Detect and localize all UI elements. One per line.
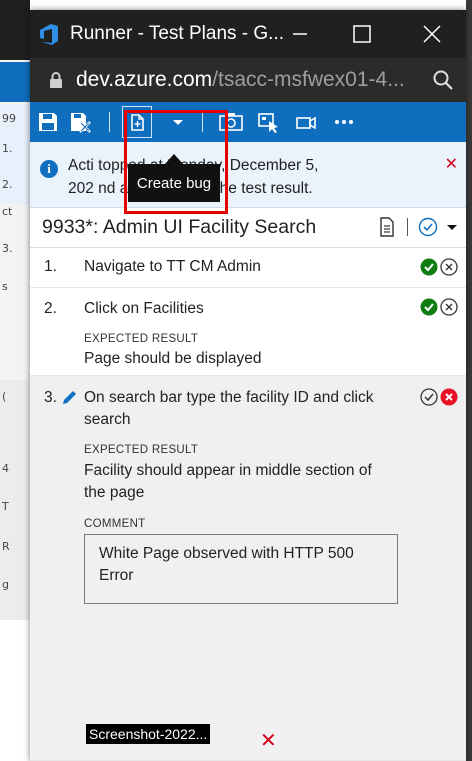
step-failed-x-icon[interactable] xyxy=(440,388,458,406)
step-number: 1. xyxy=(44,258,57,275)
dismiss-info-icon[interactable]: ✕ xyxy=(445,154,458,174)
header-separator xyxy=(407,218,408,236)
pass-test-case-icon[interactable] xyxy=(418,217,438,237)
background-window-edge xyxy=(466,0,472,761)
comment-line1: White Page observed with HTTP 500 xyxy=(99,545,354,562)
step-outcome-buttons xyxy=(420,388,458,406)
save-and-close-icon[interactable] xyxy=(68,110,92,134)
background-text: 3. xyxy=(2,242,13,255)
remove-attachment-icon[interactable]: ✕ xyxy=(260,728,277,753)
outcome-dropdown-chevron-icon[interactable] xyxy=(444,217,460,237)
step-action-line1: On search bar type the facility ID and c… xyxy=(84,389,374,406)
expected-result-label: EXPECTED RESULT xyxy=(84,444,199,456)
minimize-icon[interactable] xyxy=(288,22,312,46)
background-text: ( xyxy=(2,390,7,403)
toolbar-separator xyxy=(109,112,110,132)
comment-label: COMMENT xyxy=(84,518,146,530)
close-icon[interactable] xyxy=(420,22,444,46)
background-text: R xyxy=(2,540,10,553)
info-bar: i Acti topped at Monday, December 5, 202… xyxy=(30,142,466,208)
azure-devops-logo-icon xyxy=(36,21,62,47)
background-text: ct xyxy=(2,205,13,218)
capture-user-actions-icon[interactable] xyxy=(256,110,280,134)
tooltip-arrow xyxy=(165,154,183,164)
background-text: 99 xyxy=(2,112,16,125)
address-bar[interactable]: dev.azure.com/tsacc-msfwex01-4... xyxy=(30,58,466,102)
background-text: 4 xyxy=(2,462,9,475)
more-options-icon[interactable] xyxy=(332,110,356,134)
test-case-header: 9933*: Admin UI Facility Search xyxy=(30,208,466,248)
test-case-title: 9933*: Admin UI Facility Search xyxy=(42,216,317,238)
attachment-link[interactable]: Screenshot-2022... xyxy=(86,724,211,744)
background-text: 1. xyxy=(2,142,13,155)
test-step-1[interactable]: 1. Navigate to TT CM Admin xyxy=(30,248,466,288)
step-number: 3. xyxy=(44,389,57,406)
title-bar[interactable]: Runner - Test Plans - G... xyxy=(30,10,466,58)
record-video-icon[interactable] xyxy=(294,110,318,134)
expected-result-line2: the page xyxy=(84,484,145,501)
step-action: Click on Facilities xyxy=(84,300,204,317)
background-window: 99 1. 2. ct 3. s ( 4 T R g xyxy=(0,0,30,620)
zoom-icon[interactable] xyxy=(432,69,454,91)
comment-textbox[interactable]: White Page observed with HTTP 500 Error xyxy=(84,534,398,604)
url-host: dev.azure.com xyxy=(76,68,213,91)
test-step-3[interactable]: 3. On search bar type the facility ID an… xyxy=(30,376,466,761)
window-title: Runner - Test Plans - G... xyxy=(70,23,285,44)
runner-toolbar xyxy=(30,102,466,142)
background-toolbar xyxy=(0,62,30,102)
expected-result-label: EXPECTED RESULT xyxy=(84,333,199,345)
background-text: g xyxy=(2,578,9,591)
create-bug-tooltip: Create bug xyxy=(128,164,220,202)
info-icon: i xyxy=(40,160,58,178)
url-path: /tsacc-msfwex01-4... xyxy=(212,68,405,91)
step-outcome-buttons xyxy=(420,258,458,276)
expected-result-line1: Facility should appear in middle section… xyxy=(84,462,372,479)
step-fail-outline-icon[interactable] xyxy=(440,298,458,316)
step-passed-check-icon[interactable] xyxy=(420,298,438,316)
background-text: 2. xyxy=(2,178,13,191)
save-icon[interactable] xyxy=(36,110,60,134)
comment-line2: Error xyxy=(99,567,134,584)
background-titlebar xyxy=(0,0,30,60)
step-number: 2. xyxy=(44,300,57,317)
expected-result-text: Page should be displayed xyxy=(84,350,262,367)
step-action-line2: search xyxy=(84,411,131,428)
test-step-2[interactable]: 2. Click on Facilities EXPECTED RESULT P… xyxy=(30,288,466,376)
maximize-icon[interactable] xyxy=(350,22,374,46)
test-case-details-icon[interactable] xyxy=(377,216,397,238)
step-action: Navigate to TT CM Admin xyxy=(84,258,261,275)
step-outcome-buttons xyxy=(420,298,458,316)
background-text: T xyxy=(2,500,9,513)
background-text: s xyxy=(2,280,8,293)
url-text[interactable]: dev.azure.com/tsacc-msfwex01-4... xyxy=(76,68,405,92)
step-fail-outline-icon[interactable] xyxy=(440,258,458,276)
lock-icon xyxy=(48,71,64,89)
step-pass-outline-icon[interactable] xyxy=(420,388,438,406)
edit-step-pencil-icon[interactable] xyxy=(61,390,77,406)
step-passed-check-icon[interactable] xyxy=(420,258,438,276)
runner-window: Runner - Test Plans - G... dev.azure.com… xyxy=(30,10,466,761)
header-actions xyxy=(377,216,460,238)
